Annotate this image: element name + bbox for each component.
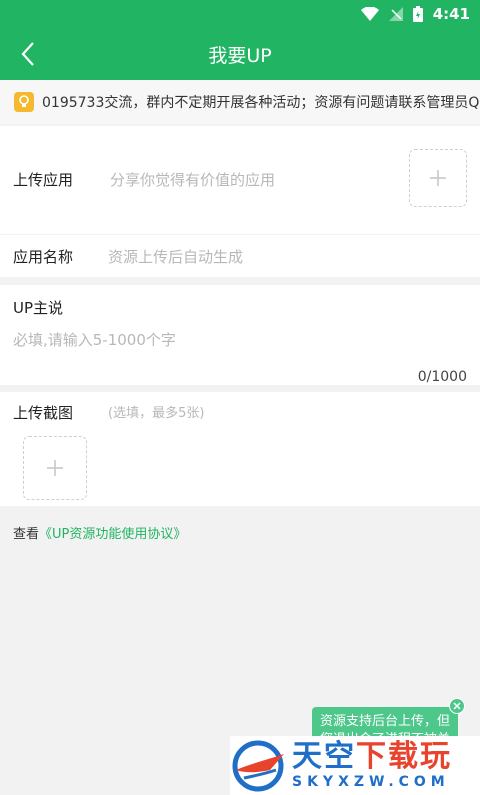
app-bar: 我要UP bbox=[0, 28, 480, 80]
site-watermark: 天空下载玩 SKYXZW.COM bbox=[230, 736, 480, 795]
globe-plane-logo bbox=[232, 740, 284, 791]
agreement-prefix: 查看 bbox=[13, 527, 40, 542]
up-says-label: UP主说 bbox=[13, 299, 64, 317]
up-says-section: UP主说 必填,请输入5-1000个字 0/1000 bbox=[0, 285, 480, 385]
status-bar: 4:41 bbox=[0, 0, 480, 28]
back-button[interactable] bbox=[10, 36, 46, 72]
char-counter: 0/1000 bbox=[417, 369, 467, 385]
lightbulb-icon bbox=[14, 92, 34, 112]
watermark-sub: SKYXZW.COM bbox=[292, 774, 450, 790]
plus-icon bbox=[430, 170, 446, 186]
app-name-label: 应用名称 bbox=[13, 248, 74, 266]
screenshots-label: 上传截图 bbox=[13, 404, 74, 422]
page-title: 我要UP bbox=[208, 44, 272, 67]
app-name-section: 应用名称 资源上传后自动生成 bbox=[0, 235, 480, 277]
add-screenshot-button[interactable] bbox=[23, 436, 87, 500]
screenshots-section: 上传截图 (选填，最多5张) bbox=[0, 392, 480, 506]
watermark-main-b: 下载玩 bbox=[356, 739, 452, 774]
wifi-icon bbox=[360, 7, 379, 21]
toast-close-button[interactable] bbox=[449, 698, 465, 714]
notice-bar: 0195733交流，群内不定期开展各种活动；资源有问题请联系管理员QQ bbox=[0, 80, 480, 124]
notice-text: 0195733交流，群内不定期开展各种活动；资源有问题请联系管理员QQ bbox=[42, 95, 480, 111]
agreement-line: 查看《UP资源功能使用协议》 bbox=[13, 523, 186, 542]
battery-icon bbox=[412, 6, 423, 22]
plus-icon bbox=[47, 460, 63, 476]
app-name-field[interactable]: 资源上传后自动生成 bbox=[108, 246, 243, 267]
status-time: 4:41 bbox=[432, 5, 470, 23]
upload-app-label: 上传应用 bbox=[13, 171, 74, 189]
chevron-left-icon bbox=[21, 42, 34, 66]
signal-icon bbox=[388, 7, 403, 21]
add-app-button[interactable] bbox=[409, 149, 467, 207]
close-icon bbox=[453, 702, 461, 710]
up-says-textarea[interactable]: 必填,请输入5-1000个字 bbox=[13, 329, 176, 350]
upload-app-placeholder[interactable]: 分享你觉得有价值的应用 bbox=[110, 169, 275, 190]
watermark-main-a: 天空 bbox=[292, 739, 356, 774]
agreement-link[interactable]: 《UP资源功能使用协议》 bbox=[39, 527, 186, 542]
screenshots-hint: (选填，最多5张) bbox=[108, 406, 205, 421]
upload-app-section: 上传应用 分享你觉得有价值的应用 bbox=[0, 126, 480, 234]
